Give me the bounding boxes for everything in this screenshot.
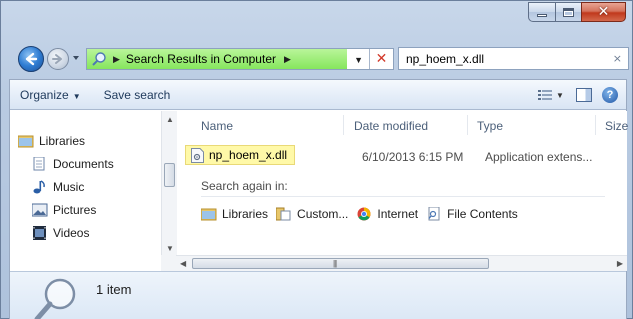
- forward-arrow-icon: [52, 54, 62, 64]
- stop-icon: ✕: [375, 51, 388, 67]
- breadcrumb-separator[interactable]: ▶: [284, 54, 291, 65]
- address-bar[interactable]: ▶ Search Results in Computer ▶ ▼ ✕: [86, 48, 394, 70]
- back-arrow-icon: [25, 52, 38, 66]
- column-divider[interactable]: [595, 115, 596, 135]
- column-header-date-modified[interactable]: Date modified: [354, 119, 428, 133]
- forward-button[interactable]: [47, 48, 69, 70]
- clear-search-icon[interactable]: ×: [613, 52, 622, 65]
- maximize-icon: [563, 7, 574, 17]
- recent-pages-dropdown[interactable]: [72, 54, 80, 62]
- nav-label: Videos: [53, 226, 90, 240]
- item-count: 1 item: [96, 282, 132, 297]
- change-view-button[interactable]: ▼: [534, 86, 568, 104]
- location-label: Custom...: [297, 207, 349, 221]
- search-magnifier-icon: [34, 278, 76, 319]
- chevron-down-icon: ▼: [72, 91, 81, 101]
- search-icon: [92, 52, 106, 66]
- file-row[interactable]: np_hoem_x.dll 6/10/2013 6:15 PM Applicat…: [185, 143, 605, 165]
- organize-label: Organize: [20, 87, 69, 102]
- internet-icon: [357, 207, 371, 221]
- column-divider[interactable]: [343, 115, 344, 135]
- nav-label: Music: [53, 180, 85, 194]
- search-input[interactable]: np_hoem_x.dll: [406, 52, 484, 66]
- minimize-button[interactable]: [528, 2, 555, 22]
- breadcrumb-search-results[interactable]: Search Results in Computer: [126, 52, 276, 66]
- nav-label: Pictures: [53, 203, 97, 217]
- explorer-window: ✕ ▶ Search Results in Computer ▶ ▼ ✕ np_…: [0, 0, 633, 319]
- search-again-libraries[interactable]: Libraries: [201, 207, 268, 221]
- scroll-down-icon[interactable]: ▼: [166, 244, 174, 253]
- file-contents-icon: [428, 207, 440, 221]
- search-again-internet[interactable]: Internet: [356, 207, 418, 221]
- libraries-icon: [201, 208, 217, 221]
- libraries-icon: [18, 135, 34, 148]
- file-list: Name Date modified Type Size np_hoem_x.d…: [177, 111, 628, 255]
- breadcrumb-separator[interactable]: ▶: [113, 54, 120, 65]
- close-button[interactable]: ✕: [581, 2, 626, 22]
- minimize-icon: [537, 13, 547, 17]
- documents-icon: [33, 157, 45, 171]
- help-button[interactable]: ?: [602, 87, 618, 103]
- maximize-button[interactable]: [555, 2, 581, 22]
- scroll-up-icon[interactable]: ▲: [166, 115, 174, 124]
- location-label: Internet: [377, 207, 419, 221]
- scroll-right-icon[interactable]: ▶: [617, 259, 623, 268]
- close-icon: ✕: [597, 4, 610, 20]
- column-header-type[interactable]: Type: [477, 119, 503, 133]
- preview-pane-button[interactable]: [576, 88, 592, 102]
- caption-buttons: ✕: [528, 2, 626, 22]
- organize-button[interactable]: Organize ▼: [20, 88, 81, 102]
- search-again-file-contents[interactable]: File Contents: [426, 207, 518, 221]
- pictures-icon: [32, 203, 48, 217]
- toolbar-right: ▼ ?: [534, 80, 626, 110]
- scroll-left-icon[interactable]: ◀: [180, 259, 186, 268]
- location-label: Libraries: [222, 207, 269, 221]
- back-button[interactable]: [18, 46, 44, 72]
- search-again-label: Search again in:: [201, 179, 288, 193]
- scrollbar-corner: [161, 255, 177, 271]
- music-icon: [33, 180, 45, 194]
- file-type: Application extens...: [485, 150, 593, 164]
- stop-search-button[interactable]: ✕: [369, 49, 393, 69]
- file-name: np_hoem_x.dll: [209, 148, 288, 162]
- nav-label: Libraries: [39, 134, 86, 148]
- scroll-grip-icon: |||: [333, 259, 337, 268]
- chevron-down-icon: ▼: [556, 90, 564, 100]
- command-bar: Organize ▼ Save search ▼ ?: [10, 80, 626, 110]
- nav-item-libraries[interactable]: Libraries: [18, 134, 85, 148]
- dll-file-icon: [191, 148, 204, 163]
- scroll-thumb[interactable]: [164, 163, 175, 187]
- nav-pane-scrollbar[interactable]: ▲ ▼: [161, 111, 177, 255]
- column-header-size[interactable]: Size: [605, 119, 628, 133]
- nav-item-pictures[interactable]: Pictures: [32, 203, 96, 217]
- nav-item-documents[interactable]: Documents: [32, 157, 114, 171]
- search-again-custom[interactable]: Custom...: [276, 207, 348, 221]
- nav-item-music[interactable]: Music: [32, 180, 84, 194]
- details-pane: 1 item: [10, 271, 626, 319]
- nav-label: Documents: [53, 157, 114, 171]
- column-header-name[interactable]: Name: [201, 119, 233, 133]
- search-again-locations: Libraries Custom... Internet File Conten…: [201, 207, 526, 221]
- view-options-icon: [538, 90, 553, 100]
- address-dropdown[interactable]: ▼: [354, 55, 363, 65]
- content-area: Organize ▼ Save search ▼ ? Libraries Doc…: [9, 79, 628, 319]
- navigation-pane: Libraries Documents Music Pictures Video…: [10, 111, 177, 255]
- column-divider[interactable]: [467, 115, 468, 135]
- divider: [201, 196, 605, 197]
- scroll-thumb[interactable]: |||: [192, 258, 489, 269]
- location-label: File Contents: [447, 207, 518, 221]
- search-box[interactable]: np_hoem_x.dll ×: [398, 47, 629, 70]
- videos-icon: [33, 226, 46, 240]
- nav-item-videos[interactable]: Videos: [32, 226, 89, 240]
- file-date-modified: 6/10/2013 6:15 PM: [362, 150, 464, 164]
- custom-folder-icon: [276, 207, 291, 221]
- horizontal-scrollbar[interactable]: ◀ ||| ▶: [176, 255, 627, 271]
- save-search-button[interactable]: Save search: [104, 88, 171, 102]
